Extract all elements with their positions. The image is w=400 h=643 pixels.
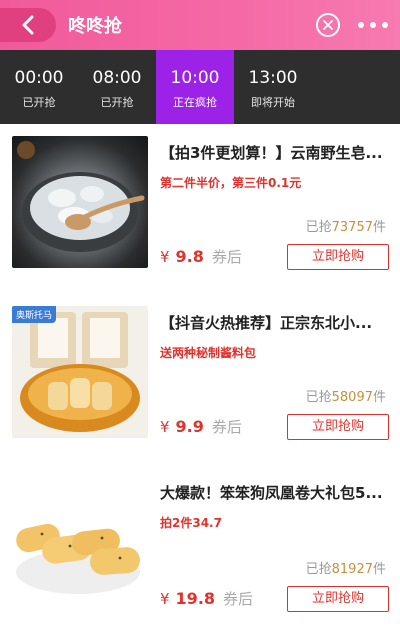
tab-time: 10:00: [170, 68, 220, 88]
more-button[interactable]: [358, 13, 388, 37]
tab-1000[interactable]: 10:00 正在疯抢: [156, 50, 234, 124]
sold-count: 已抢73757件: [306, 216, 386, 235]
bowl-illustration-icon: [17, 141, 145, 252]
sold-unit: 件: [372, 220, 386, 235]
buy-now-button[interactable]: 立即抢购: [287, 414, 389, 440]
tab-status: 正在疯抢: [173, 96, 217, 109]
price-suffix: 券后: [211, 248, 242, 266]
product-card[interactable]: 大爆款！笨笨狗凤凰卷大礼包5... 拍2件34.7 已抢81927件 ¥19.8…: [0, 464, 400, 634]
more-dot-icon: [358, 22, 364, 28]
page-title: 咚咚抢: [68, 16, 122, 37]
more-dot-icon: [370, 22, 376, 28]
chevron-left-icon: [22, 15, 34, 35]
brand-badge: 奥斯托马: [12, 306, 57, 323]
promo-text: 第二件半价，第三件0.1元: [160, 176, 302, 190]
tab-status: 已开抢: [22, 96, 56, 109]
price: ¥9.8 券后: [160, 246, 242, 267]
product-image-phoenix-roll[interactable]: [12, 474, 148, 606]
sold-unit: 件: [372, 562, 386, 577]
price-value: 19.8: [175, 589, 216, 608]
food-package-illustration-icon: [20, 312, 140, 432]
tab-time: 13:00: [248, 68, 298, 88]
sold-number: 81927: [331, 562, 373, 577]
product-image-tofu-roll[interactable]: 奥斯托马: [12, 306, 148, 438]
promo-text: 拍2件34.7: [160, 516, 222, 530]
back-button[interactable]: [0, 8, 56, 42]
price: ¥9.9 券后: [160, 416, 242, 437]
sold-count: 已抢58097件: [306, 386, 386, 405]
tab-status: 已开抢: [100, 96, 134, 109]
price: ¥19.8 券后: [160, 588, 253, 609]
tab-status: 即将开始: [251, 96, 295, 109]
price-suffix: 券后: [211, 418, 242, 436]
price-suffix: 券后: [223, 590, 254, 608]
buy-now-button[interactable]: 立即抢购: [287, 244, 389, 270]
promo-text: 送两种秘制酱料包: [160, 346, 257, 360]
more-dot-icon: [382, 22, 388, 28]
time-slot-tabs: 00:00 已开抢 08:00 已开抢 10:00 正在疯抢 13:00 即将开…: [0, 50, 400, 124]
product-title[interactable]: 大爆款！笨笨狗凤凰卷大礼包5...: [160, 482, 388, 503]
sold-number: 73757: [331, 220, 373, 235]
product-card[interactable]: 奥斯托马 【抖音火热推荐】正宗东北小... 送两种秘制酱料包 已抢58097件 …: [0, 294, 400, 464]
currency-symbol: ¥: [160, 590, 170, 608]
price-value: 9.8: [175, 247, 204, 266]
tab-time: 08:00: [92, 68, 142, 88]
sold-number: 58097: [331, 390, 373, 405]
currency-symbol: ¥: [160, 418, 170, 436]
sold-count: 已抢81927件: [306, 558, 386, 577]
sold-label: 已抢: [305, 562, 332, 577]
product-title[interactable]: 【拍3件更划算！】云南野生皂...: [160, 142, 388, 163]
tab-0000[interactable]: 00:00 已开抢: [0, 50, 78, 124]
currency-symbol: ¥: [160, 248, 170, 266]
tab-1300[interactable]: 13:00 即将开始: [234, 50, 312, 124]
price-value: 9.9: [175, 417, 204, 436]
sold-label: 已抢: [305, 220, 332, 235]
app-header: 咚咚抢: [0, 0, 400, 50]
product-image-soap-nut[interactable]: [12, 136, 148, 268]
close-button[interactable]: [316, 13, 340, 37]
tab-time: 00:00: [14, 68, 64, 88]
product-card[interactable]: 【拍3件更划算！】云南野生皂... 第二件半价，第三件0.1元 已抢73757件…: [0, 124, 400, 294]
sold-label: 已抢: [305, 390, 332, 405]
tab-0800[interactable]: 08:00 已开抢: [78, 50, 156, 124]
egg-roll-illustration-icon: [16, 523, 140, 594]
sold-unit: 件: [372, 390, 386, 405]
buy-now-button[interactable]: 立即抢购: [287, 586, 389, 612]
product-title[interactable]: 【抖音火热推荐】正宗东北小...: [160, 312, 388, 333]
close-icon: [323, 20, 333, 30]
